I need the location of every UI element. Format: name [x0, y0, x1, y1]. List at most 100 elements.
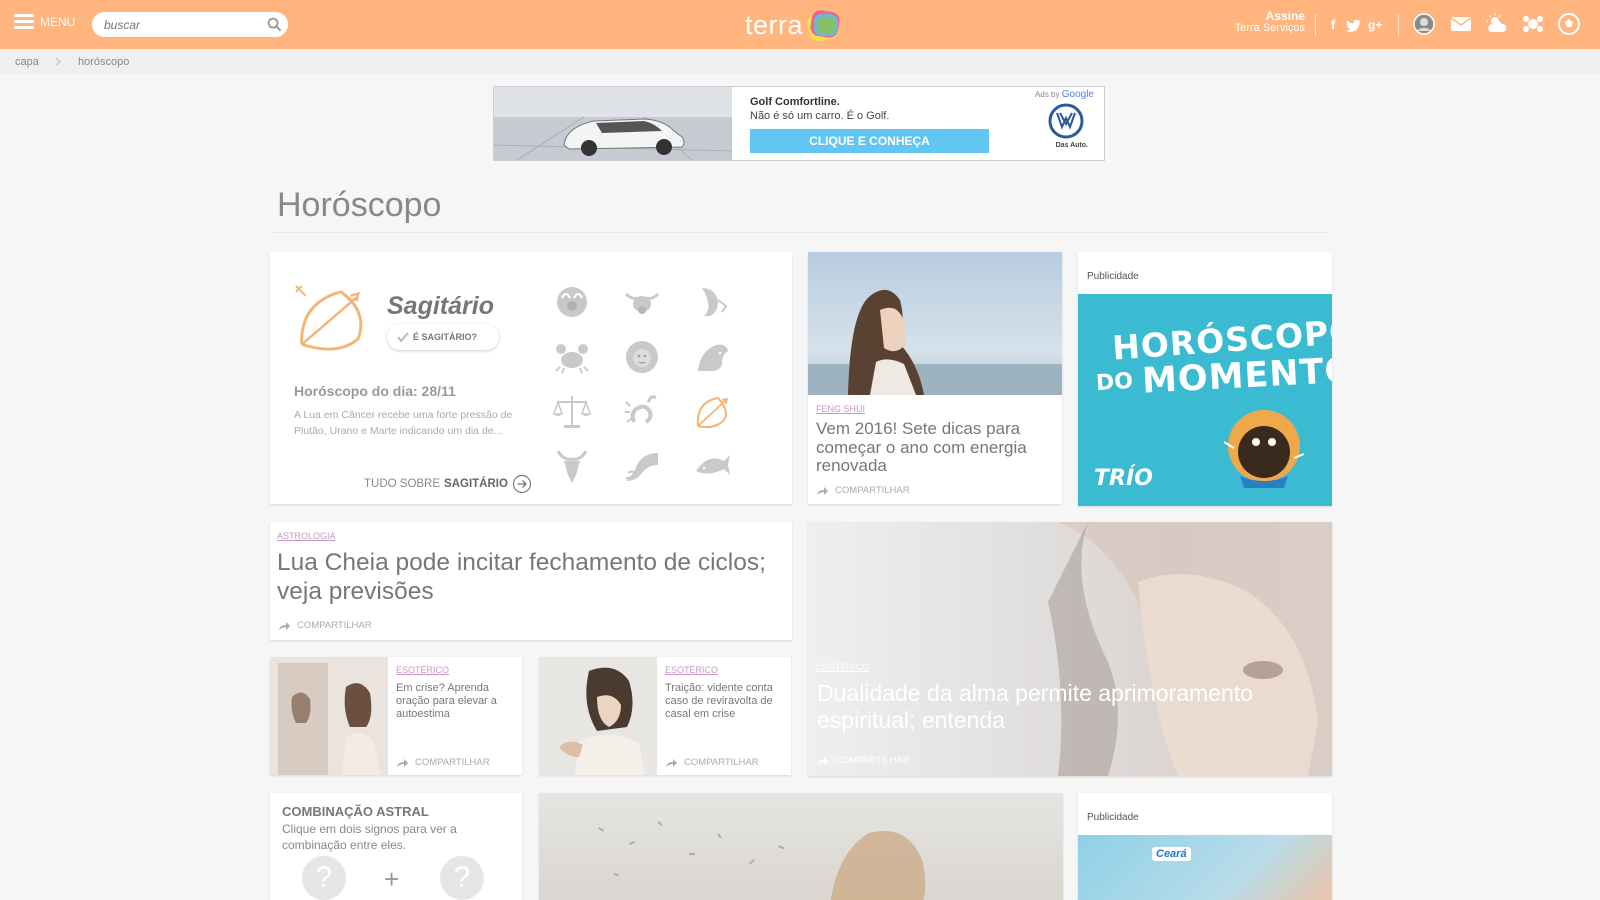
daily-horoscope-label: Horóscopo do dia: 28/11: [294, 383, 456, 399]
menu-button[interactable]: MENU: [14, 14, 75, 29]
ad-image[interactable]: Ceará: [1078, 835, 1332, 900]
article-tag[interactable]: FENG SHUI: [816, 404, 865, 414]
mirror-photo: [270, 657, 388, 775]
chevron-right-icon: [55, 57, 61, 66]
first-sign-selector[interactable]: ?: [302, 856, 346, 900]
aquarius-icon[interactable]: [622, 447, 662, 487]
share-label: COMPARTILHAR: [415, 757, 490, 768]
ad-banner[interactable]: Golf Comfortline. Não é só um carro. É o…: [493, 86, 1105, 161]
feature-card[interactable]: ESOTÉRICO Dualidade da alma permite apri…: [808, 522, 1332, 776]
avatar-icon[interactable]: [1413, 13, 1435, 35]
horoscope-icon[interactable]: [1522, 13, 1544, 35]
ad-box[interactable]: Publicidade HORÓSCOPO DO MOMENTO TRÍO: [1078, 252, 1332, 506]
pisces-icon[interactable]: [692, 447, 732, 487]
share-arrow-icon: [817, 486, 828, 495]
article-title[interactable]: Em crise? Aprenda oração para elevar a a…: [396, 682, 514, 721]
breadcrumb-capa[interactable]: capa: [15, 56, 39, 68]
advertising-label: Publicidade: [1087, 271, 1139, 282]
article-card-small[interactable]: ESOTÉRICO Traição: vidente conta caso de…: [539, 657, 791, 775]
article-title[interactable]: Lua Cheia pode incitar fechamento de cic…: [277, 548, 777, 606]
taurus-icon[interactable]: [622, 282, 662, 322]
ad-title: Golf Comfortline.: [750, 96, 840, 108]
share-button[interactable]: COMPARTILHAR: [278, 620, 372, 631]
ad-box[interactable]: Publicidade Ceará: [1078, 793, 1332, 900]
mail-icon[interactable]: [1450, 13, 1472, 35]
combination-text: Clique em dois signos para ver a combina…: [282, 822, 457, 852]
article-title[interactable]: Traição: vidente conta caso de reviravol…: [665, 682, 783, 721]
car-image: [494, 87, 733, 160]
search-box[interactable]: [92, 12, 288, 37]
share-button[interactable]: COMPARTILHAR: [816, 485, 910, 496]
breadcrumb-horoscopo: horóscopo: [78, 56, 130, 68]
share-arrow-icon: [279, 621, 290, 630]
gemini-icon[interactable]: [692, 282, 732, 322]
das-auto-label: Das Auto.: [1055, 142, 1088, 149]
is-sign-button[interactable]: É SAGITÁRIO?: [387, 324, 500, 350]
sagittarius-bow-icon: [295, 285, 363, 351]
terra-servicos-label: Terra Serviços: [1234, 22, 1305, 34]
share-label: COMPARTILHAR: [684, 757, 759, 768]
woman-face-photo: [808, 522, 1332, 776]
share-button[interactable]: COMPARTILHAR: [396, 757, 490, 768]
woman-sky-photo: [808, 252, 1062, 395]
daily-horoscope-text: A Lua em Câncer recebe uma forte pressão…: [294, 409, 513, 437]
twitter-icon[interactable]: [1346, 19, 1361, 33]
scorpio-icon[interactable]: [622, 392, 662, 432]
article-title[interactable]: Dualidade da alma permite aprimoramento …: [817, 680, 1327, 734]
title-divider: [270, 232, 1330, 233]
vw-logo-icon: [1048, 103, 1084, 139]
aries-icon[interactable]: [552, 282, 592, 322]
flying-seeds-photo: [598, 821, 926, 900]
sagittarius-icon[interactable]: [692, 392, 732, 432]
ads-by-google[interactable]: Ads by Google: [1035, 89, 1094, 100]
virgo-icon[interactable]: [692, 337, 732, 377]
menu-label: MENU: [40, 14, 76, 29]
article-card-small[interactable]: ESOTÉRICO Em crise? Aprenda oração para …: [270, 657, 522, 775]
share-button[interactable]: COMPARTILHAR: [816, 755, 910, 766]
assine-label: Assine: [1265, 9, 1305, 23]
share-label: COMPARTILHAR: [835, 755, 910, 766]
soccer-ball-icon[interactable]: [1558, 13, 1580, 35]
search-icon[interactable]: [267, 17, 282, 32]
feng-shui-card[interactable]: FENG SHUI Vem 2016! Sete dicas para come…: [808, 252, 1062, 504]
libra-icon[interactable]: [552, 392, 592, 432]
capricorn-icon[interactable]: [552, 447, 592, 487]
ad-brand: TRÍO: [1094, 466, 1153, 491]
ad-headline-do: DO: [1095, 368, 1134, 397]
all-about-sign-link[interactable]: TUDO SOBRE SAGITÁRIO: [364, 474, 532, 494]
article-tag[interactable]: ASTROLOGIA: [277, 531, 336, 541]
breadcrumb: capa horóscopo: [0, 49, 1600, 74]
second-sign-selector[interactable]: ?: [440, 856, 484, 900]
weather-icon[interactable]: [1486, 13, 1508, 35]
divider: [1398, 14, 1399, 36]
terra-logo[interactable]: terra: [745, 8, 843, 42]
article-tag[interactable]: ESOTÉRICO: [816, 662, 869, 672]
divider: [1315, 14, 1316, 36]
more-sign: SAGITÁRIO: [444, 478, 508, 490]
leo-icon[interactable]: [622, 337, 662, 377]
article-tag[interactable]: ESOTÉRICO: [396, 665, 449, 675]
advertising-label: Publicidade: [1087, 812, 1139, 823]
article-tag[interactable]: ESOTÉRICO: [665, 665, 718, 675]
ad-cta-button[interactable]: CLIQUE E CONHEÇA: [750, 129, 989, 153]
facebook-icon[interactable]: f: [1331, 17, 1335, 33]
top-bar: MENU terra Assine Terra Serviços f g+: [0, 0, 1600, 49]
subscribe-link[interactable]: Assine Terra Serviços: [1235, 10, 1305, 34]
article-title[interactable]: Vem 2016! Sete dicas para começar o ano …: [816, 419, 1054, 476]
cancer-icon[interactable]: [552, 337, 592, 377]
googleplus-icon[interactable]: g+: [1368, 17, 1382, 33]
astrology-headline-card[interactable]: ASTROLOGIA Lua Cheia pode incitar fecham…: [270, 522, 792, 640]
google-label: Google: [1061, 89, 1094, 100]
search-input[interactable]: [92, 12, 252, 37]
share-button[interactable]: COMPARTILHAR: [665, 757, 759, 768]
is-sign-label: É SAGITÁRIO?: [413, 332, 478, 342]
ad-image[interactable]: HORÓSCOPO DO MOMENTO TRÍO: [1078, 294, 1332, 506]
arrow-circle-icon: [512, 474, 532, 494]
logo-mark-icon: [807, 10, 840, 42]
check-icon: [397, 332, 409, 342]
ad-brand: Ceará: [1152, 847, 1191, 861]
bottom-article-photo[interactable]: [539, 793, 1063, 900]
share-arrow-icon: [666, 758, 677, 767]
share-arrow-icon: [397, 758, 408, 767]
worried-woman-photo: [539, 657, 657, 775]
